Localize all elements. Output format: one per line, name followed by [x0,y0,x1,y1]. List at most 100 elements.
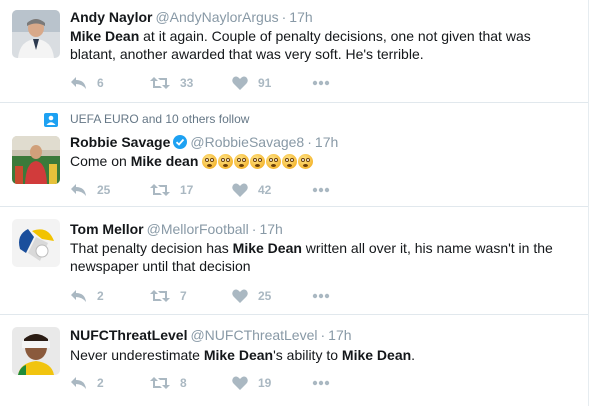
like-button[interactable]: 42 [232,181,271,199]
avatar[interactable] [12,10,60,58]
tweet-nufcthreatlevel[interactable]: NUFCThreatLevel @NUFCThreatLevel · 17h Neve… [0,315,588,406]
separator-dot: · [251,221,257,237]
username[interactable]: @RobbieSavage8 [190,134,304,150]
tweet-andy-naylor[interactable]: Andy Naylor @AndyNaylorArgus · 17h Mike Dea… [0,0,588,103]
like-count: 25 [258,289,272,303]
reply-button[interactable]: 2 [70,374,104,392]
reply-count: 6 [97,76,104,90]
tweet-text-part: That penalty decision has [70,240,233,256]
separator-dot: · [320,327,326,343]
like-button[interactable]: 19 [232,374,271,392]
username[interactable]: @AndyNaylorArgus [155,9,278,25]
flushed-face-emoji [202,154,218,169]
tweet-header: Andy Naylor @AndyNaylorArgus · 17h [70,9,313,25]
timestamp[interactable]: 17h [315,134,338,150]
tweet-actions: 25 17 42 [70,181,390,199]
heart-icon [232,76,248,90]
mention-text: Mike Dean [70,28,140,44]
flushed-face-emoji [266,154,282,169]
flushed-face-emoji [234,154,250,169]
mention-text: Mike Dean [232,240,302,256]
flushed-face-emoji [282,154,298,169]
tweet-text: That penalty decision has Mike Dean writ… [70,239,575,275]
reply-button[interactable]: 25 [70,181,110,199]
reply-icon [71,377,86,389]
retweet-count: 7 [180,289,187,303]
tweet-header: NUFCThreatLevel @NUFCThreatLevel · 17h [70,327,352,343]
like-button[interactable]: 91 [232,74,271,92]
tweet-header: Tom Mellor @MellorFootball · 17h [70,221,283,237]
tweet-actions: 6 33 91 [70,74,390,92]
reply-icon [71,290,86,302]
mention-text: Mike Dean [341,347,412,363]
tweet-actions: 2 8 19 [70,374,390,392]
retweet-button[interactable]: 33 [150,74,193,92]
more-icon [312,80,330,86]
separator-dot: · [281,9,287,25]
like-count: 91 [258,76,272,90]
reply-count: 25 [97,183,111,197]
username[interactable]: @MellorFootball [147,221,249,237]
avatar[interactable] [12,219,60,267]
retweet-icon [150,184,170,196]
tweet-text-part: . [411,347,416,363]
timestamp[interactable]: 17h [289,9,312,25]
display-name[interactable]: Robbie Savage [70,134,170,150]
flushed-face-emoji [218,154,234,169]
tweet-robbie-savage[interactable]: UEFA EURO and 10 others follow Robbie Sa… [0,103,588,207]
timestamp[interactable]: 17h [328,327,351,343]
verified-badge-icon [173,135,188,149]
display-name[interactable]: NUFCThreatLevel [70,327,187,343]
heart-icon [232,376,248,390]
tweet-text-part: Never underestimate [70,347,204,363]
tweet-actions: 2 7 25 [70,287,390,305]
more-icon [312,187,330,193]
flushed-face-emoji [250,154,266,169]
retweet-count: 17 [180,183,194,197]
display-name[interactable]: Andy Naylor [70,9,152,25]
tweet-text-part: at it again. Couple of penalty decisions… [70,28,531,62]
retweet-icon [150,377,170,389]
follow-context-icon [44,113,58,130]
flushed-face-emoji [298,154,314,169]
tweet-text: Come on Mike dean [70,152,575,170]
reply-count: 2 [97,376,104,390]
timestamp[interactable]: 17h [259,221,282,237]
avatar[interactable] [12,136,60,184]
more-button[interactable] [312,287,330,305]
more-button[interactable] [312,181,330,199]
retweet-count: 8 [180,376,187,390]
retweet-button[interactable]: 8 [150,374,187,392]
username[interactable]: @NUFCThreatLevel [190,327,317,343]
like-button[interactable]: 25 [232,287,271,305]
like-count: 42 [258,183,272,197]
tweet-text: Never underestimate Mike Dean's ability … [70,346,575,364]
heart-icon [232,289,248,303]
retweet-button[interactable]: 7 [150,287,187,305]
like-count: 19 [258,376,272,390]
mention-text: Mike dean [130,153,199,169]
tweet-text-part: 's ability to [273,347,342,363]
avatar[interactable] [12,327,60,375]
reply-icon [71,184,86,196]
tweet-text-part: Come on [70,153,131,169]
emoji-row [202,153,314,169]
reply-button[interactable]: 2 [70,287,104,305]
mention-text: Mike Dean [203,347,274,363]
retweet-icon [150,290,170,302]
more-icon [312,293,330,299]
retweet-icon [150,77,170,89]
timeline: Andy Naylor @AndyNaylorArgus · 17h Mike Dea… [0,0,589,406]
reply-button[interactable]: 6 [70,74,104,92]
reply-count: 2 [97,289,104,303]
retweet-count: 33 [180,76,194,90]
separator-dot: · [307,134,312,150]
tweet-tom-mellor[interactable]: Tom Mellor @MellorFootball · 17h That penal… [0,207,588,315]
more-button[interactable] [312,74,330,92]
social-context[interactable]: UEFA EURO and 10 others follow [44,112,249,127]
more-button[interactable] [312,374,330,392]
retweet-button[interactable]: 17 [150,181,193,199]
heart-icon [232,183,248,197]
display-name[interactable]: Tom Mellor [70,221,144,237]
more-icon [312,380,330,386]
